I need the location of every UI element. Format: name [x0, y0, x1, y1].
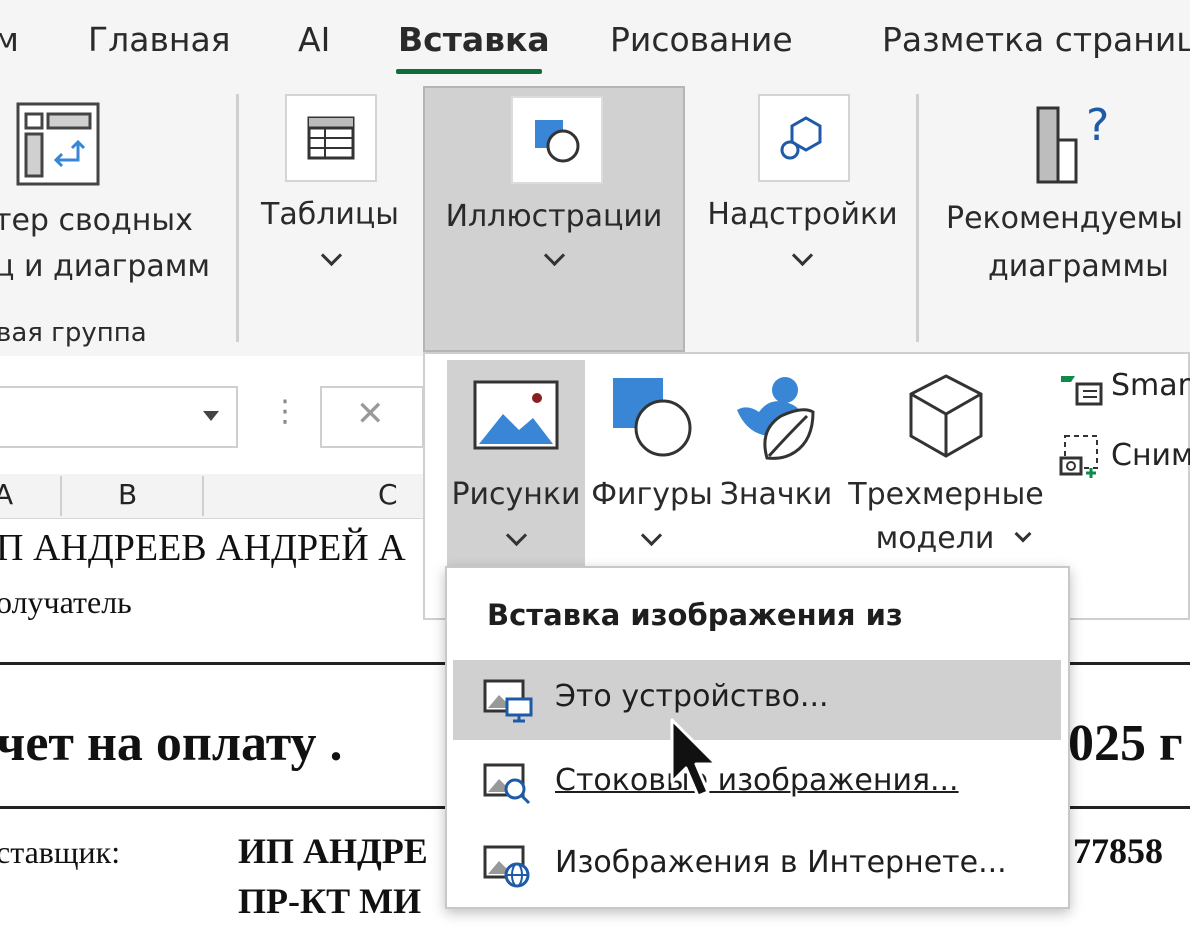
- chevron-down-icon: [1014, 525, 1032, 543]
- menu-item-stock-images[interactable]: Стоковые изображения...: [453, 744, 1061, 824]
- smartart-icon: [1061, 376, 1103, 406]
- screenshot-icon: [1059, 435, 1098, 478]
- dropdown-arrow-icon: [203, 411, 219, 421]
- shapes-label: Фигуры: [591, 477, 713, 512]
- ribbon-tab-bar: м Главная AI Вставка Рисование Разметка …: [0, 0, 1190, 84]
- pivot-wizard-icon: [16, 102, 100, 186]
- smartart-button[interactable]: Smar: [1057, 368, 1190, 412]
- shapes-icon: [535, 120, 580, 163]
- chevron-down-icon: [791, 244, 814, 267]
- tab-insert[interactable]: Вставка: [398, 20, 550, 59]
- column-header-a[interactable]: A: [0, 478, 13, 511]
- shapes-icon: [613, 378, 692, 457]
- pivot-wizard-label-line1: тер сводных: [0, 203, 193, 238]
- chevron-down-icon: [505, 524, 528, 547]
- menu-item-label: Это устройство...: [555, 679, 829, 714]
- tab-home[interactable]: Главная: [88, 20, 231, 59]
- duck-icon: [737, 377, 815, 460]
- addins-icon: [780, 116, 822, 160]
- online-images-icon: [483, 845, 530, 888]
- tab-draw[interactable]: Рисование: [610, 20, 793, 59]
- svg-text:?: ?: [1086, 100, 1109, 151]
- ribbon-group-label: вая группа: [0, 318, 147, 348]
- insert-picture-menu: Вставка изображения из Это устройство...…: [445, 566, 1070, 909]
- column-divider: [202, 476, 204, 516]
- addins-button[interactable]: Надстройки: [700, 84, 905, 334]
- tab-ai[interactable]: AI: [298, 20, 330, 59]
- column-header-b[interactable]: B: [118, 478, 137, 511]
- recommended-charts-label-line1: Рекомендуемы: [946, 201, 1183, 236]
- table-icon: [307, 116, 355, 160]
- cell-recipient-label[interactable]: олучатель: [0, 584, 132, 621]
- cell-recipient-name[interactable]: П АНДРЕЕВ АНДРЕЙ А: [0, 526, 406, 570]
- stock-images-icon: [483, 763, 531, 805]
- ribbon-separator: [236, 94, 239, 342]
- ribbon-separator: [916, 94, 919, 342]
- column-headers: A B C: [0, 474, 430, 519]
- cancel-button[interactable]: ✕: [320, 386, 424, 448]
- column-header-c[interactable]: C: [378, 478, 398, 511]
- cell-supplier-label[interactable]: ставщик:: [0, 834, 120, 871]
- chevron-down-icon: [543, 244, 566, 267]
- formula-bar-more-icon[interactable]: ⋮: [270, 394, 300, 429]
- smartart-label: Smar: [1111, 368, 1190, 403]
- close-icon: ✕: [356, 394, 385, 434]
- addins-label: Надстройки: [707, 197, 898, 232]
- ribbon: тер сводных ц и диаграмм вая группа Табл…: [0, 84, 1190, 356]
- screenshot-button[interactable]: Сним: [1057, 432, 1190, 484]
- cube-icon: [909, 374, 983, 458]
- tab-page-layout[interactable]: Разметка страниц: [882, 20, 1190, 59]
- recommended-charts-button[interactable]: ? Рекомендуемы диаграммы: [930, 84, 1190, 334]
- picture-icon: [473, 380, 559, 450]
- tables-icon-frame: [285, 94, 377, 182]
- 3d-models-label-line2: модели: [875, 521, 995, 556]
- menu-item-label: Изображения в Интернете...: [555, 845, 1007, 880]
- tables-label: Таблицы: [261, 197, 399, 232]
- tables-button[interactable]: Таблицы: [255, 84, 405, 334]
- cell-supplier-value[interactable]: ИП АНДРЕ: [238, 830, 428, 872]
- menu-item-this-device[interactable]: Это устройство...: [453, 660, 1061, 740]
- pictures-label: Рисунки: [451, 477, 581, 512]
- cell-supplier-address[interactable]: ПР-КТ МИ: [238, 880, 421, 922]
- pivot-chart-wizard-button[interactable]: тер сводных ц и диаграмм: [0, 84, 225, 334]
- menu-item-label: Стоковые изображения...: [555, 763, 959, 798]
- name-box[interactable]: [0, 386, 238, 448]
- chevron-down-icon: [640, 524, 663, 547]
- tab-file[interactable]: м: [0, 20, 19, 59]
- menu-header: Вставка изображения из: [487, 598, 903, 632]
- menu-item-online-images[interactable]: Изображения в Интернете...: [453, 826, 1061, 906]
- cell-invoice-title-date[interactable]: 025 г: [1068, 714, 1183, 773]
- 3d-models-label-line1: Трехмерные: [848, 477, 1044, 512]
- illustrations-label: Иллюстрации: [445, 199, 663, 234]
- chevron-down-icon: [320, 244, 343, 267]
- screenshot-label: Сним: [1111, 438, 1190, 473]
- recommended-chart-icon: ?: [1036, 100, 1109, 184]
- illustrations-icon-frame: [511, 96, 603, 184]
- device-image-icon: [483, 679, 533, 723]
- addins-icon-frame: [758, 94, 850, 182]
- column-divider: [60, 476, 62, 516]
- pivot-wizard-label-line2: ц и диаграмм: [0, 249, 211, 284]
- mouse-cursor-icon: [670, 718, 718, 798]
- icons-label: Значки: [719, 477, 833, 512]
- recommended-charts-label-line2: диаграммы: [988, 249, 1169, 284]
- cell-invoice-title[interactable]: чет на оплату .: [0, 714, 343, 773]
- active-tab-indicator: [396, 69, 542, 74]
- illustrations-button[interactable]: Иллюстрации: [423, 86, 685, 352]
